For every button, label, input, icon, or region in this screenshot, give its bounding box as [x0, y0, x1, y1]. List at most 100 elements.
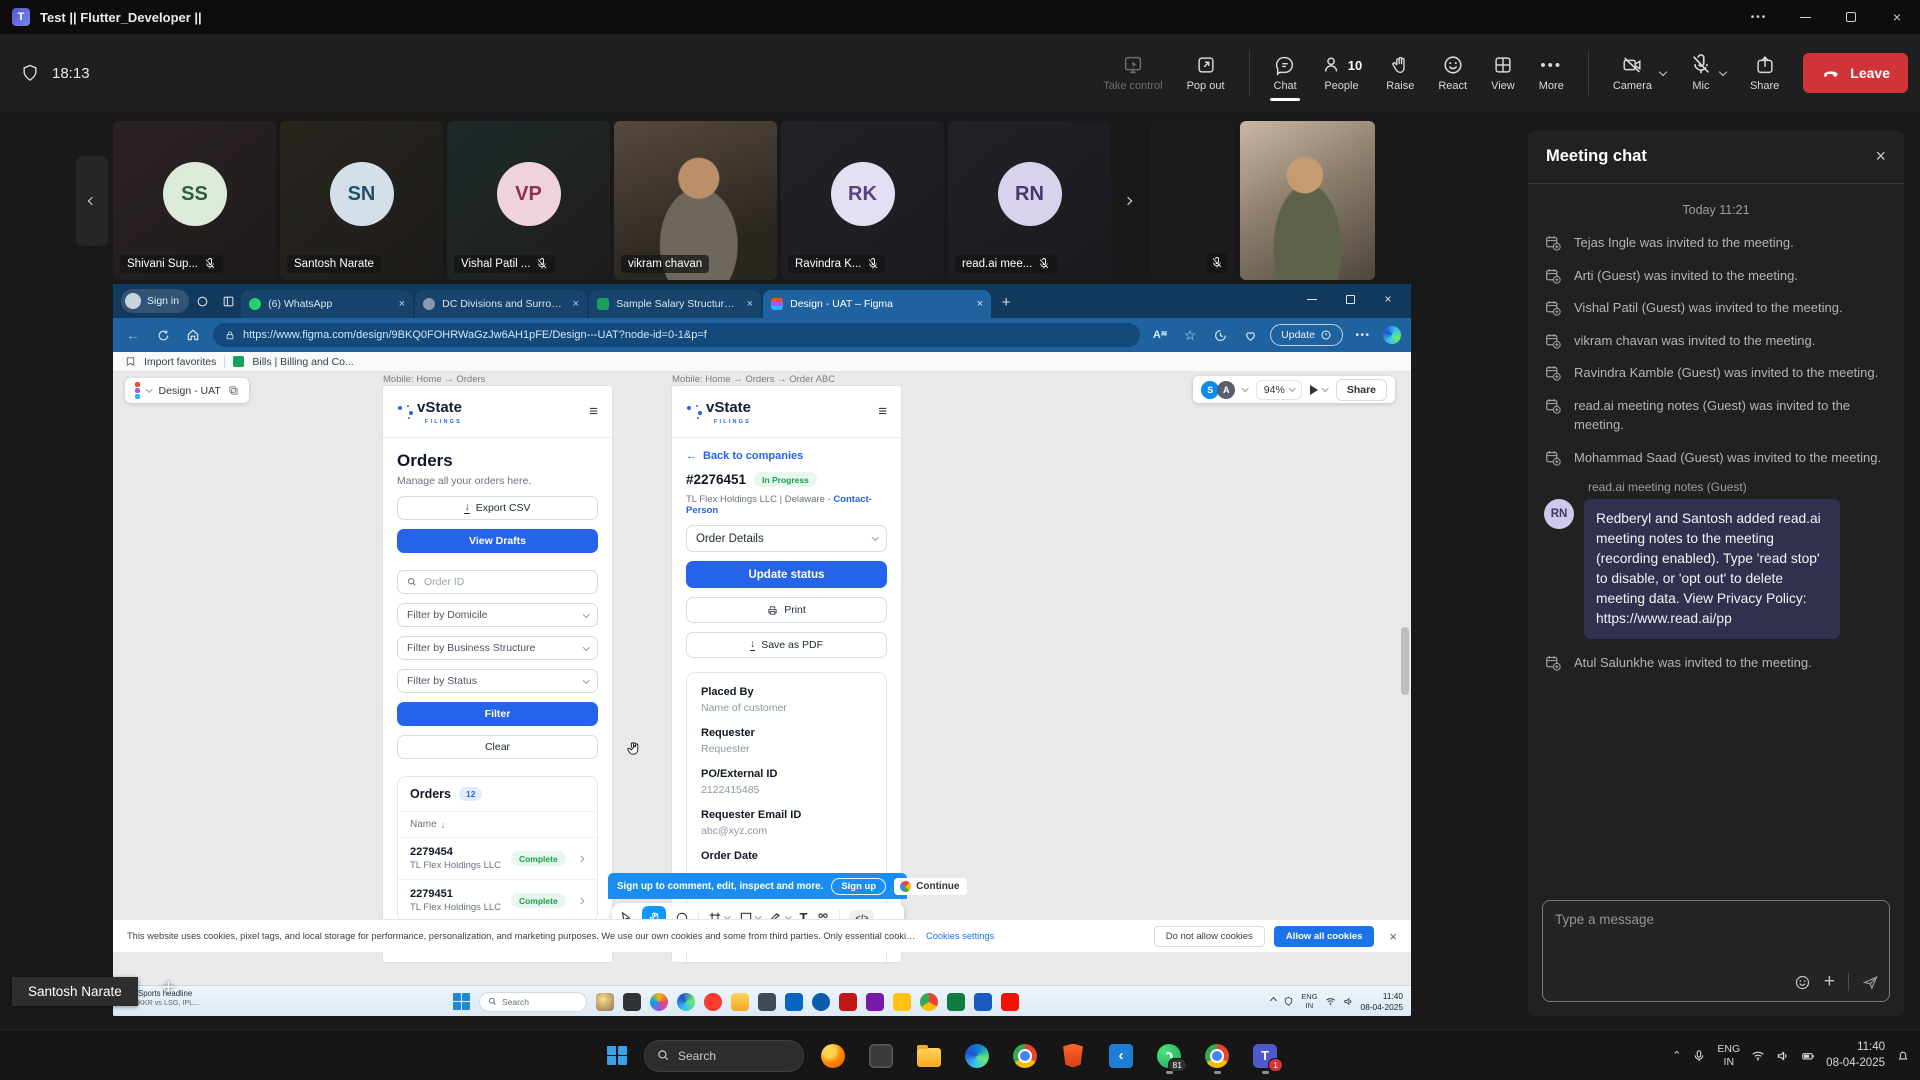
wifi-icon[interactable] — [1325, 996, 1336, 1007]
tab-close-icon[interactable]: × — [747, 298, 753, 310]
taskbar-brave-icon[interactable] — [1054, 1037, 1092, 1075]
taskbar-app-icon[interactable] — [731, 993, 749, 1011]
allow-cookies-button[interactable]: Allow all cookies — [1274, 926, 1375, 947]
google-continue-button[interactable]: Continue — [894, 878, 967, 895]
view-button[interactable]: View — [1491, 54, 1515, 92]
participant-tile[interactable]: RK Ravindra K... — [781, 121, 944, 280]
browser-tab[interactable]: Sample Salary Structure with calc× — [589, 290, 761, 318]
more-button[interactable]: ••• More — [1539, 54, 1564, 92]
participant-tile[interactable] — [1240, 121, 1375, 280]
duplicate-icon[interactable] — [228, 385, 239, 396]
participant-tile[interactable]: vikram chavan — [614, 121, 777, 280]
notification-bell-icon[interactable] — [1896, 1049, 1910, 1063]
filmstrip-prev-button[interactable] — [76, 156, 108, 246]
bookmark-item[interactable]: Import favorites — [144, 356, 216, 368]
tab-close-icon[interactable]: × — [399, 298, 405, 310]
chevron-down-icon[interactable] — [1242, 385, 1248, 391]
window-more-icon[interactable]: ••• — [1736, 0, 1782, 34]
start-button[interactable] — [600, 1039, 634, 1073]
taskbar-explorer-icon[interactable] — [910, 1037, 948, 1075]
participant-tile[interactable]: SS Shivani Sup... — [113, 121, 276, 280]
clock[interactable]: 11:4008-04-2025 — [1826, 1040, 1885, 1071]
address-bar[interactable]: https://www.figma.com/design/9BKQ0FOHRWa… — [213, 323, 1140, 347]
browser-tab-active[interactable]: Design - UAT – Figma× — [763, 290, 991, 318]
taskbar-vscode-icon[interactable]: ‹ — [1102, 1037, 1140, 1075]
deny-cookies-button[interactable]: Do not allow cookies — [1154, 926, 1265, 947]
chat-input-box[interactable]: + — [1542, 900, 1890, 1002]
favorite-star-icon[interactable]: ☆ — [1180, 327, 1200, 344]
present-button[interactable] — [1310, 385, 1328, 395]
window-minimize-button[interactable] — [1782, 0, 1828, 34]
cookie-settings-link[interactable]: Cookies settings — [926, 931, 994, 941]
canvas-scrollbar[interactable] — [1401, 627, 1409, 695]
read-aloud-icon[interactable]: A≋ — [1150, 329, 1170, 341]
bookmark-item[interactable]: Bills | Billing and Co... — [252, 356, 353, 368]
tray-shield-icon[interactable] — [1283, 996, 1294, 1007]
camera-options-chevron-icon[interactable] — [1659, 67, 1667, 75]
taskbar-chrome-profile-icon[interactable] — [1198, 1037, 1236, 1075]
pop-out-button[interactable]: Pop out — [1187, 54, 1225, 92]
mic-button[interactable]: Mic — [1690, 54, 1712, 92]
raise-hand-button[interactable]: Raise — [1386, 54, 1414, 92]
browser-update-button[interactable]: Update — [1270, 324, 1343, 346]
chat-close-icon[interactable]: × — [1875, 146, 1886, 167]
window-close-button[interactable]: × — [1874, 0, 1920, 34]
taskbar-app-icon[interactable] — [974, 993, 992, 1011]
browser-menu-icon[interactable]: ••• — [1353, 330, 1373, 341]
taskbar-app-icon[interactable] — [893, 993, 911, 1011]
taskbar-chrome-icon[interactable] — [1006, 1037, 1044, 1075]
tray-expand-icon[interactable] — [1270, 996, 1277, 1003]
browser-maximize-button[interactable] — [1331, 284, 1369, 314]
vertical-tabs-icon[interactable] — [215, 289, 241, 313]
zoom-select[interactable]: 94% — [1256, 380, 1303, 400]
camera-button[interactable]: Camera — [1613, 54, 1652, 92]
react-button[interactable]: React — [1438, 54, 1467, 92]
chat-button[interactable]: Chat — [1274, 54, 1297, 92]
send-icon[interactable] — [1862, 974, 1879, 991]
collaborator-avatar[interactable]: A — [1217, 381, 1235, 399]
language-indicator[interactable]: ENGIN — [1717, 1043, 1740, 1068]
taskbar-app-icon[interactable] — [1001, 993, 1019, 1011]
start-button-icon[interactable] — [453, 993, 470, 1010]
taskbar-app-icon[interactable] — [862, 1037, 900, 1075]
taskbar-app-icon[interactable] — [920, 993, 938, 1011]
window-maximize-button[interactable] — [1828, 0, 1874, 34]
clock[interactable]: 11:4008-04-2025 — [1361, 991, 1403, 1012]
leave-button[interactable]: Leave — [1803, 53, 1908, 93]
taskbar-search[interactable]: Search — [479, 992, 587, 1012]
participant-tile[interactable]: SN Santosh Narate — [280, 121, 443, 280]
volume-icon[interactable] — [1776, 1049, 1790, 1063]
browser-close-button[interactable]: × — [1369, 284, 1407, 314]
taskbar-search[interactable]: Search — [644, 1040, 804, 1072]
people-button[interactable]: 10 People — [1321, 54, 1362, 92]
taskbar-app-icon[interactable] — [839, 993, 857, 1011]
taskbar-app-icon[interactable] — [947, 993, 965, 1011]
participant-tile[interactable]: RN read.ai mee... — [948, 121, 1111, 280]
taskbar-whatsapp-icon[interactable]: 81 — [1150, 1037, 1188, 1075]
tab-close-icon[interactable]: × — [977, 298, 983, 310]
tray-mic-icon[interactable] — [1692, 1049, 1706, 1063]
tray-expand-icon[interactable]: ⌃ — [1672, 1049, 1681, 1062]
volume-icon[interactable] — [1343, 996, 1354, 1007]
taskbar-app-icon[interactable] — [596, 993, 614, 1011]
participant-tile[interactable]: VP Vishal Patil ... — [447, 121, 610, 280]
collections-icon[interactable] — [1210, 329, 1230, 342]
language-indicator[interactable]: ENGIN — [1301, 993, 1317, 1010]
taskbar-app-icon[interactable] — [758, 993, 776, 1011]
taskbar-app-icon[interactable] — [785, 993, 803, 1011]
home-icon[interactable] — [183, 328, 203, 342]
chat-input[interactable] — [1543, 901, 1889, 959]
taskbar-app-icon[interactable] — [623, 993, 641, 1011]
cookie-close-icon[interactable]: × — [1389, 929, 1397, 944]
figma-share-button[interactable]: Share — [1336, 379, 1387, 401]
wifi-icon[interactable] — [1751, 1049, 1765, 1063]
new-tab-button[interactable]: + — [993, 289, 1019, 315]
taskbar-teams-icon[interactable]: T1 — [1246, 1037, 1284, 1075]
frame-label[interactable]: Mobile: Home → Orders — [383, 374, 485, 385]
attach-plus-icon[interactable]: + — [1824, 971, 1835, 993]
split-screen-icon[interactable] — [1240, 329, 1260, 342]
taskbar-app-icon[interactable] — [704, 993, 722, 1011]
reload-icon[interactable] — [153, 329, 173, 342]
browser-profile-button[interactable]: Sign in — [121, 289, 189, 313]
browser-tab[interactable]: (6) WhatsApp× — [241, 290, 413, 318]
